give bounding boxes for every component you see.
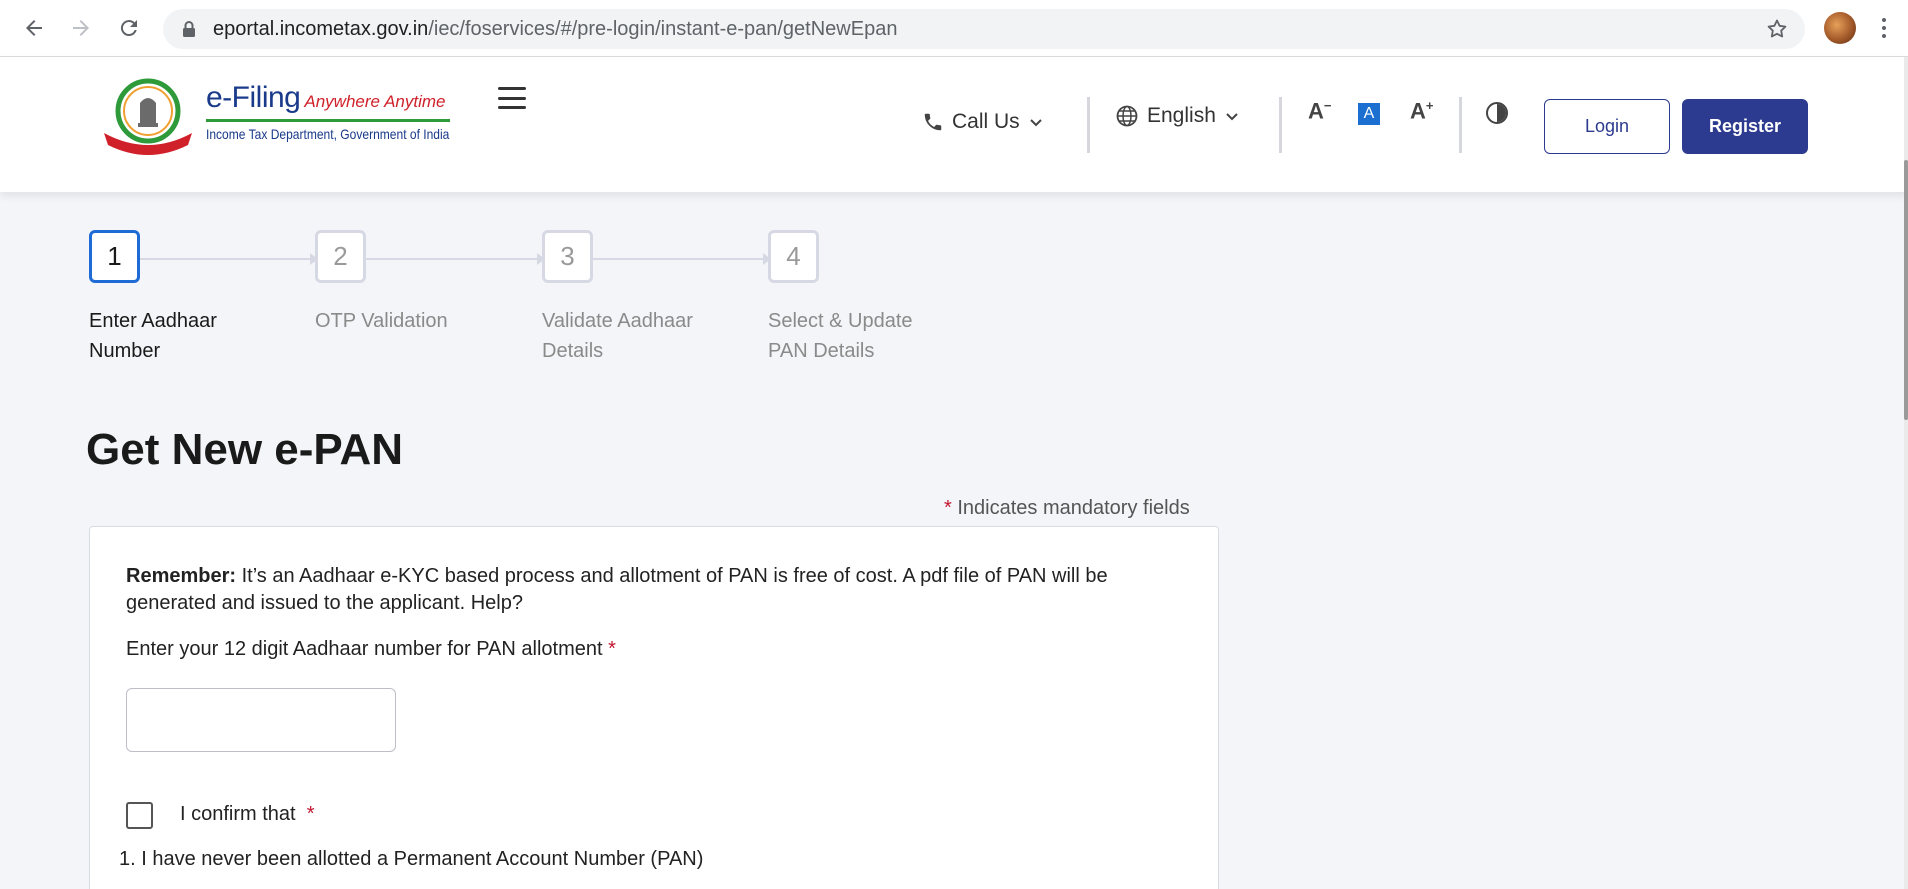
confirm-checkbox[interactable] — [126, 802, 153, 829]
chevron-down-icon — [1226, 113, 1238, 121]
step-connector — [366, 258, 539, 260]
header-divider — [1279, 97, 1282, 153]
step-2-label: OTP Validation — [315, 310, 448, 332]
register-button[interactable]: Register — [1682, 99, 1808, 154]
step-connector — [593, 258, 765, 260]
language-dropdown[interactable]: English — [1115, 104, 1240, 128]
call-us-label: Call Us — [952, 110, 1020, 133]
back-button[interactable] — [20, 14, 48, 42]
aadhaar-number-input[interactable] — [126, 688, 396, 752]
call-us-dropdown[interactable]: Call Us — [922, 110, 1044, 134]
arrow-left-icon — [26, 20, 42, 36]
step-connector — [140, 258, 312, 260]
address-bar[interactable]: eportal.incometax.gov.in/iec/foservices/… — [163, 9, 1805, 49]
step-1-label: Enter Aadhaar Number — [89, 310, 217, 362]
login-button[interactable]: Login — [1544, 99, 1670, 154]
brand-underline — [206, 119, 450, 122]
step-3-label: Validate Aadhaar Details — [542, 310, 693, 362]
arrow-right-icon — [73, 20, 89, 36]
emblem-icon — [104, 78, 192, 155]
brand-title: e-Filing Anywhere Anytime — [206, 81, 446, 114]
header-divider — [1459, 97, 1462, 153]
step-3-indicator: 3 — [542, 230, 593, 283]
reload-icon — [120, 20, 137, 37]
lock-icon — [183, 21, 195, 37]
increase-font-button[interactable]: A+ — [1410, 98, 1433, 124]
site-header: e-Filing Anywhere Anytime Income Tax Depa… — [0, 57, 1908, 192]
chevron-down-icon — [1029, 119, 1042, 127]
remember-note: Remember: It’s an Aadhaar e-KYC based pr… — [126, 563, 1186, 617]
mandatory-note: * Indicates mandatory fields — [944, 497, 1190, 519]
reload-button[interactable] — [115, 14, 143, 42]
hamburger-menu-icon[interactable] — [498, 87, 526, 109]
efiling-logo[interactable]: e-Filing Anywhere Anytime Income Tax Depa… — [98, 75, 458, 155]
step-2-indicator: 2 — [315, 230, 366, 283]
step-4-indicator: 4 — [768, 230, 819, 283]
browser-menu-icon[interactable] — [1878, 14, 1890, 42]
default-font-button[interactable]: A — [1358, 103, 1380, 125]
profile-avatar[interactable] — [1824, 12, 1856, 44]
aadhaar-field-label: Enter your 12 digit Aadhaar number for P… — [126, 638, 616, 660]
language-label: English — [1147, 104, 1216, 127]
brand-subtitle: Income Tax Department, Government of Ind… — [206, 126, 450, 142]
remember-text: It’s an Aadhaar e-KYC based process and … — [126, 565, 1108, 614]
globe-icon — [1116, 105, 1138, 127]
contrast-icon[interactable] — [1486, 102, 1508, 124]
page-title: Get New e-PAN — [86, 425, 404, 474]
confirm-label: I confirm that * — [180, 803, 315, 825]
decrease-font-button[interactable]: A− — [1308, 98, 1331, 124]
step-1-indicator: 1 — [89, 230, 140, 283]
forward-button[interactable] — [67, 14, 95, 42]
browser-toolbar: eportal.incometax.gov.in/iec/foservices/… — [0, 0, 1908, 57]
header-divider — [1087, 97, 1090, 153]
phone-icon — [924, 113, 942, 131]
confirm-item-1: 1. I have never been allotted a Permanen… — [119, 848, 704, 870]
page-scrollbar-thumb[interactable] — [1904, 160, 1908, 420]
remember-label: Remember: — [126, 565, 237, 587]
step-4-label: Select & Update PAN Details — [768, 310, 913, 362]
bookmark-star-icon[interactable] — [1765, 17, 1789, 41]
url-text: eportal.incometax.gov.in/iec/foservices/… — [213, 18, 898, 40]
